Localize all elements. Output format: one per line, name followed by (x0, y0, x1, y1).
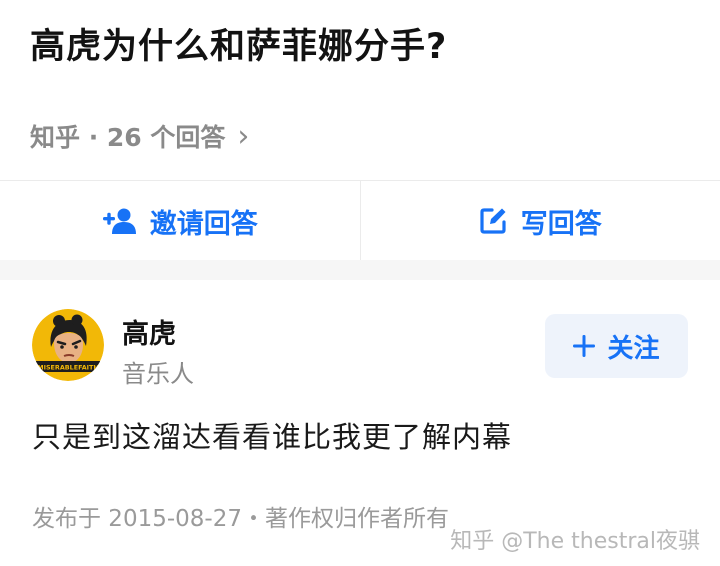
author-name[interactable]: 高虎 (122, 312, 176, 351)
chevron-right-icon: › (237, 118, 250, 154)
author-tagline: 音乐人 (122, 360, 194, 388)
follow-button[interactable]: 关注 (545, 314, 688, 378)
answer-content[interactable]: 只是到这溜达看看谁比我更了解内幕 (32, 414, 512, 456)
write-answer-label: 写回答 (520, 208, 602, 240)
watermark: 知乎 @The thestral夜骐 (450, 529, 700, 554)
section-gap (0, 260, 720, 280)
invite-answer-label: 邀请回答 (149, 208, 258, 240)
edit-icon (480, 208, 506, 234)
write-answer-button[interactable]: 写回答 (361, 181, 720, 261)
answer-footer: 发布于 2015-08-27・著作权归作者所有 (32, 506, 449, 532)
question-source: 知乎 · 26 个回答 (30, 123, 226, 152)
invite-answer-button[interactable]: 邀请回答 (0, 181, 360, 261)
plus-icon (573, 335, 596, 357)
add-user-icon (102, 208, 136, 234)
answer-count-link[interactable]: 知乎 · 26 个回答 › (30, 118, 249, 154)
action-bar: 邀请回答 写回答 (0, 180, 720, 261)
avatar-illustration: MISERABLEFAITH (32, 309, 104, 381)
avatar[interactable]: MISERABLEFAITH (32, 309, 104, 381)
avatar-text: MISERABLEFAITH (37, 364, 99, 372)
question-title: 高虎为什么和萨菲娜分手? (30, 27, 448, 67)
follow-label: 关注 (607, 333, 660, 364)
